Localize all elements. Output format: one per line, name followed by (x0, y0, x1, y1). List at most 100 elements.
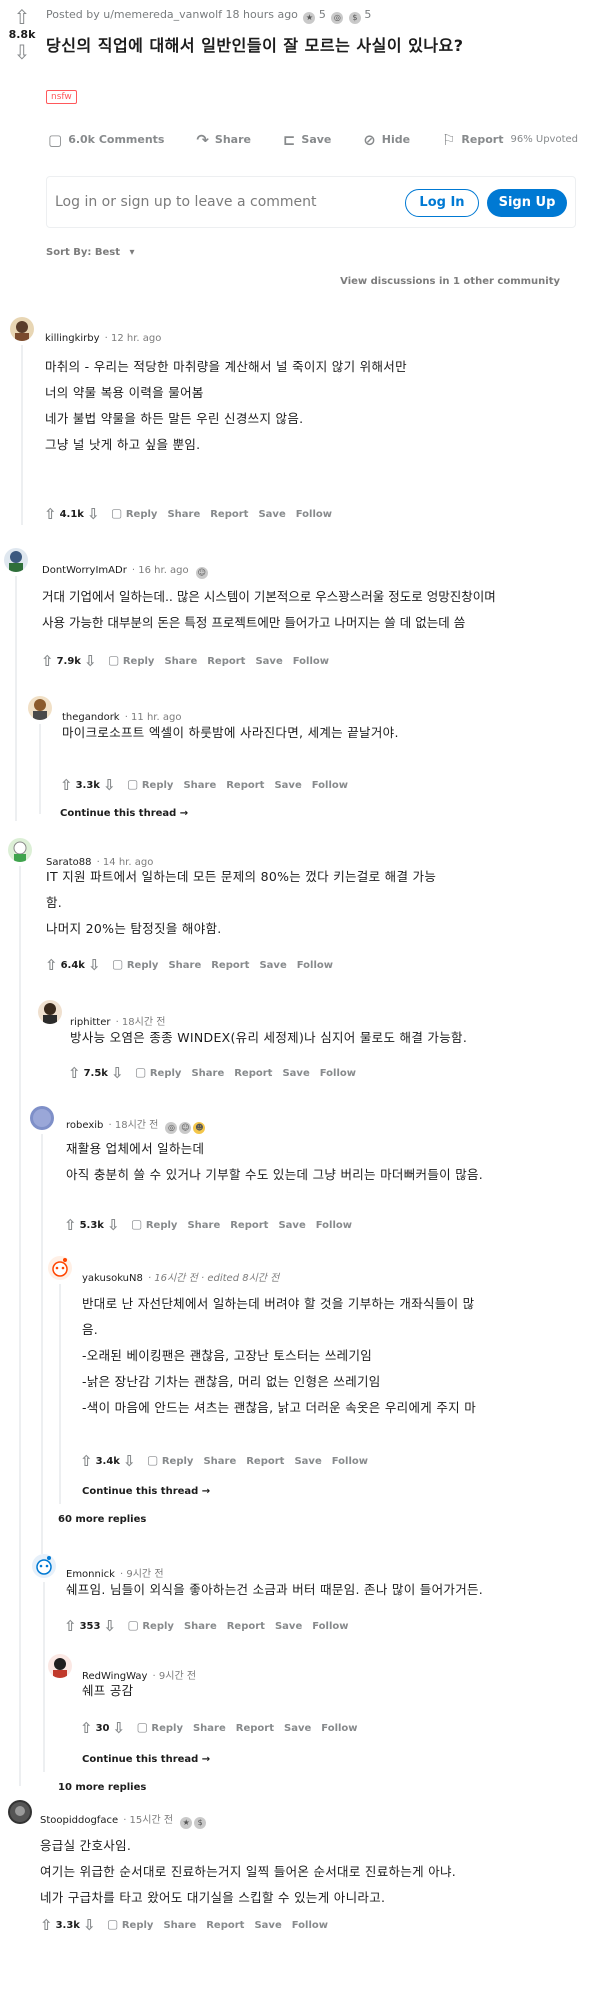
hide-button[interactable]: ⊘ Hide (363, 131, 410, 149)
share-button[interactable]: Share (167, 509, 200, 520)
share-button[interactable]: ↷ Share (196, 131, 251, 149)
report-button[interactable]: Report (226, 780, 264, 791)
reply-button[interactable]: Reply (150, 1068, 182, 1079)
upvote-icon[interactable]: ⇧ (44, 505, 57, 523)
share-button[interactable]: Share (168, 960, 201, 971)
report-button[interactable]: Report (230, 1220, 268, 1231)
reply-button[interactable]: Reply (142, 1621, 174, 1632)
follow-button[interactable]: Follow (312, 1621, 348, 1632)
save-button[interactable]: Save (282, 1068, 309, 1079)
follow-button[interactable]: Follow (316, 1220, 352, 1231)
login-button[interactable]: Log In (405, 189, 479, 217)
upvote-icon[interactable]: ⇧ (60, 776, 73, 794)
follow-button[interactable]: Follow (296, 509, 332, 520)
downvote-icon[interactable]: ⇩ (113, 1719, 126, 1737)
follow-button[interactable]: Follow (312, 780, 348, 791)
post-author-line[interactable]: Posted by u/memereda_vanwolf 18 hours ag… (46, 8, 298, 21)
downvote-icon[interactable]: ⇩ (87, 505, 100, 523)
reply-button[interactable]: Reply (142, 780, 174, 791)
report-button[interactable]: Report (227, 1621, 265, 1632)
comments-button[interactable]: ▢ 6.0k Comments (48, 131, 164, 149)
share-button[interactable]: Share (184, 1621, 217, 1632)
avatar[interactable] (8, 1800, 32, 1824)
post-title[interactable]: 당신의 직업에 대해서 일반인들이 잘 모르는 사실이 있나요? (46, 32, 464, 56)
share-button[interactable]: Share (164, 656, 197, 667)
upvote-icon[interactable]: ⇧ (68, 1064, 81, 1082)
report-button[interactable]: Report (210, 509, 248, 520)
share-button[interactable]: Share (191, 1068, 224, 1079)
continue-thread-link[interactable]: Continue this thread → (82, 1754, 210, 1765)
save-button[interactable]: Save (294, 1456, 321, 1467)
avatar[interactable] (4, 548, 28, 572)
save-button[interactable]: Save (284, 1723, 311, 1734)
username[interactable]: killingkirby (45, 333, 100, 344)
save-button[interactable]: Save (258, 509, 285, 520)
follow-button[interactable]: Follow (297, 960, 333, 971)
avatar[interactable] (30, 1106, 54, 1130)
upvote-icon[interactable]: ⇧ (8, 6, 36, 28)
report-button[interactable]: ⚐ Report (442, 131, 504, 149)
thread-line[interactable] (41, 1134, 43, 1554)
thread-line[interactable] (21, 345, 23, 525)
report-button[interactable]: Report (207, 656, 245, 667)
downvote-icon[interactable]: ⇩ (123, 1452, 136, 1470)
downvote-icon[interactable]: ⇩ (88, 956, 101, 974)
reply-button[interactable]: Reply (151, 1723, 183, 1734)
upvote-icon[interactable]: ⇧ (80, 1452, 93, 1470)
upvote-icon[interactable]: ⇧ (40, 1916, 53, 1934)
avatar[interactable] (38, 1000, 62, 1024)
view-discussions-link[interactable]: View discussions in 1 other community (340, 276, 560, 287)
upvote-icon[interactable]: ⇧ (45, 956, 58, 974)
upvote-icon[interactable]: ⇧ (80, 1719, 93, 1737)
username[interactable]: DontWorryImADr (42, 565, 127, 576)
continue-thread-link[interactable]: Continue this thread → (82, 1486, 210, 1497)
save-button[interactable]: Save (275, 1621, 302, 1632)
report-button[interactable]: Report (211, 960, 249, 971)
downvote-icon[interactable]: ⇩ (8, 41, 36, 63)
continue-thread-link[interactable]: Continue this thread → (60, 808, 188, 819)
reply-button[interactable]: Reply (126, 509, 158, 520)
reply-button[interactable]: Reply (146, 1220, 178, 1231)
reply-button[interactable]: Reply (127, 960, 159, 971)
upvote-icon[interactable]: ⇧ (64, 1617, 77, 1635)
report-button[interactable]: Report (246, 1456, 284, 1467)
downvote-icon[interactable]: ⇩ (103, 776, 116, 794)
report-button[interactable]: Report (206, 1920, 244, 1931)
follow-button[interactable]: Follow (293, 656, 329, 667)
save-button[interactable]: Save (254, 1920, 281, 1931)
save-button[interactable]: ⊏ Save (283, 131, 332, 149)
reply-button[interactable]: Reply (162, 1456, 194, 1467)
username[interactable]: robexib (66, 1120, 103, 1131)
downvote-icon[interactable]: ⇩ (111, 1064, 124, 1082)
username[interactable]: Stoopiddogface (40, 1815, 118, 1826)
more-replies-link[interactable]: 10 more replies (58, 1782, 146, 1793)
avatar[interactable] (8, 838, 32, 862)
avatar[interactable] (48, 1256, 72, 1280)
follow-button[interactable]: Follow (332, 1456, 368, 1467)
save-button[interactable]: Save (259, 960, 286, 971)
follow-button[interactable]: Follow (321, 1723, 357, 1734)
username[interactable]: yakusokuN8 (82, 1273, 143, 1284)
downvote-icon[interactable]: ⇩ (84, 652, 97, 670)
avatar[interactable] (28, 696, 52, 720)
reply-button[interactable]: Reply (123, 656, 155, 667)
follow-button[interactable]: Follow (292, 1920, 328, 1931)
save-button[interactable]: Save (255, 656, 282, 667)
more-replies-link[interactable]: 60 more replies (58, 1514, 146, 1525)
thread-line[interactable] (15, 576, 17, 821)
signup-button[interactable]: Sign Up (487, 189, 567, 217)
report-button[interactable]: Report (236, 1723, 274, 1734)
save-button[interactable]: Save (274, 780, 301, 791)
avatar[interactable] (48, 1654, 72, 1678)
save-button[interactable]: Save (278, 1220, 305, 1231)
thread-line[interactable] (39, 724, 41, 814)
upvote-icon[interactable]: ⇧ (41, 652, 54, 670)
share-button[interactable]: Share (203, 1456, 236, 1467)
avatar[interactable] (10, 317, 34, 341)
share-button[interactable]: Share (187, 1220, 220, 1231)
avatar[interactable] (32, 1554, 56, 1578)
share-button[interactable]: Share (183, 780, 216, 791)
thread-line[interactable] (19, 866, 21, 1786)
sort-dropdown[interactable]: Sort By: Best ▾ (46, 247, 135, 258)
thread-line[interactable] (43, 1582, 45, 1772)
